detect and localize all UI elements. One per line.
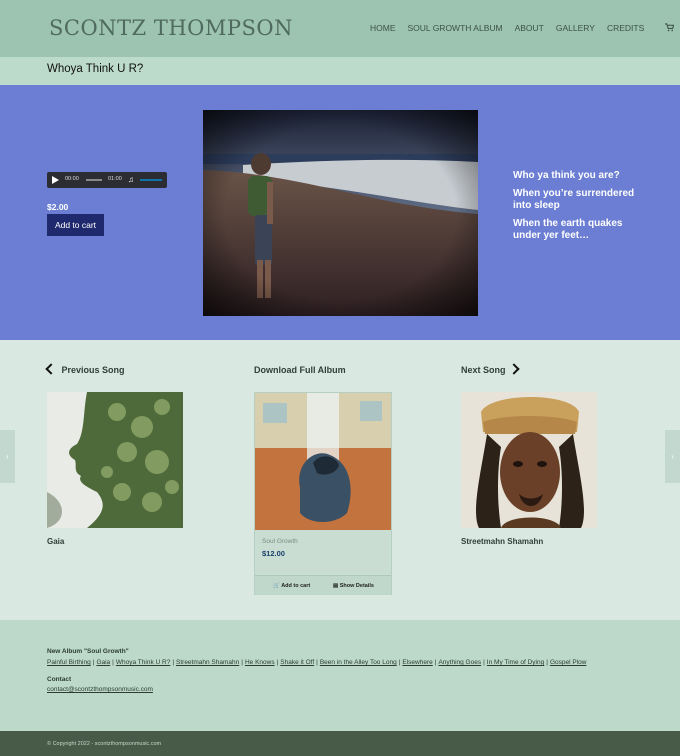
contact-email-link[interactable]: contact@scontzthompsonmusic.com	[47, 686, 153, 693]
album-card-info: Soul Growth $12.00	[255, 530, 391, 575]
album-card-actions: 🛒 Add to cart ▤ Show Details	[255, 575, 391, 595]
nav-credits[interactable]: CREDITS	[607, 23, 644, 33]
main-nav: HOME SOUL GROWTH ALBUM ABOUT GALLERY CRE…	[370, 23, 656, 33]
track-link[interactable]: Anything Goes	[438, 659, 481, 666]
album-add-to-cart-label: Add to cart	[281, 583, 311, 589]
nav-about[interactable]: ABOUT	[515, 23, 544, 33]
track-link[interactable]: Shake it Off	[280, 659, 314, 666]
previous-song-label: Previous Song	[61, 365, 125, 375]
next-song-label: Next Song	[461, 365, 506, 375]
shopping-cart-icon[interactable]	[665, 23, 675, 34]
contact-heading: Contact	[47, 676, 72, 683]
song-lyrics: Who ya think you are? When you’re surren…	[513, 170, 648, 248]
current-time: 00:00	[65, 176, 79, 182]
nav-home[interactable]: HOME	[370, 23, 396, 33]
prev-slide-arrow[interactable]: ‹	[0, 430, 15, 483]
album-cover-image[interactable]	[255, 393, 391, 530]
copyright-bar: © Copyright 2022 - scontzthompsonmusic.c…	[0, 731, 680, 756]
volume-icon[interactable]: ♫	[128, 175, 134, 184]
lyric-line: When the earth quakes under yer feet…	[513, 218, 623, 241]
nav-soul-growth-album[interactable]: SOUL GROWTH ALBUM	[408, 23, 503, 33]
album-product-card: Soul Growth $12.00 🛒 Add to cart ▤ Show …	[254, 392, 392, 595]
album-heading: New Album "Soul Growth"	[47, 648, 129, 655]
duration: 01:00	[108, 176, 122, 182]
site-header: SCONTZ THOMPSON HOME SOUL GROWTH ALBUM A…	[0, 0, 680, 57]
track-link[interactable]: Gospel Plow	[550, 659, 587, 666]
chevron-right-icon	[508, 363, 520, 375]
track-link[interactable]: Been in the Alley Too Long	[320, 659, 397, 666]
site-footer: New Album "Soul Growth" Painful Birthing…	[0, 620, 680, 731]
previous-song-thumbnail[interactable]	[47, 392, 183, 528]
track-link[interactable]: Streetmahn Shamahn	[176, 659, 239, 666]
track-link[interactable]: Whoya Think U R?	[116, 659, 170, 666]
track-link[interactable]: Elsewhere	[402, 659, 432, 666]
chevron-left-icon	[45, 363, 57, 375]
previous-song-link[interactable]: Previous Song	[45, 363, 125, 375]
add-to-cart-button[interactable]: Add to cart	[47, 214, 104, 236]
volume-slider[interactable]	[140, 179, 162, 181]
track-link[interactable]: He Knows	[245, 659, 275, 666]
song-price: $2.00	[47, 202, 69, 212]
play-icon[interactable]	[52, 176, 59, 184]
audio-player: 00:00 01:00 ♫	[47, 172, 167, 188]
site-logo[interactable]: SCONTZ THOMPSON	[49, 16, 293, 40]
show-details-button[interactable]: ▤ Show Details	[333, 583, 374, 589]
previous-song-title[interactable]: Gaia	[47, 537, 64, 546]
track-link[interactable]: In My Time of Dying	[487, 659, 544, 666]
next-slide-arrow[interactable]: ›	[665, 430, 680, 483]
track-links: Painful Birthing | Gaia | Whoya Think U R? | S…	[47, 659, 587, 666]
song-cover-image	[203, 110, 478, 316]
album-genre[interactable]: Soul Growth	[262, 538, 298, 545]
nav-gallery[interactable]: GALLERY	[556, 23, 595, 33]
track-link[interactable]: Gaia	[96, 659, 110, 666]
album-price: $12.00	[262, 549, 285, 558]
download-album-label: Download Full Album	[254, 365, 346, 375]
track-link[interactable]: Painful Birthing	[47, 659, 91, 666]
next-song-title[interactable]: Streetmahn Shamahn	[461, 537, 543, 546]
progress-track[interactable]	[86, 179, 102, 181]
next-song-thumbnail[interactable]	[461, 392, 597, 528]
page-title: Whoya Think U R?	[47, 63, 144, 75]
album-add-to-cart-button[interactable]: 🛒 Add to cart	[273, 583, 310, 589]
show-details-label: Show Details	[339, 583, 374, 589]
next-song-link[interactable]: Next Song	[461, 363, 520, 375]
lyric-line: Who ya think you are?	[513, 170, 620, 181]
lyric-line: When you’re surrendered into sleep	[513, 188, 635, 211]
copyright-text: © Copyright 2022 - scontzthompsonmusic.c…	[47, 741, 162, 747]
